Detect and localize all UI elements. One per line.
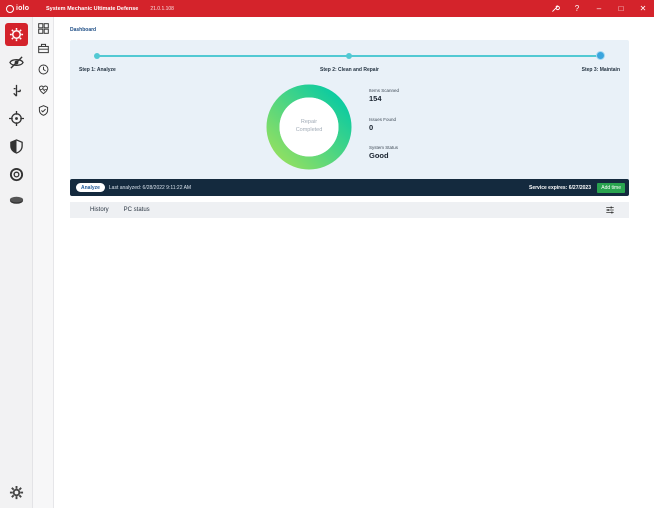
repair-progress-ring: Repair Completed xyxy=(266,84,352,170)
status-bar: Analyze Last analyzed: 6/28/2022 9:11:22… xyxy=(70,179,629,196)
iolo-logo: iolo xyxy=(6,4,36,13)
filter-sliders-icon[interactable] xyxy=(605,205,615,215)
heart-pulse-icon xyxy=(39,85,48,95)
rail-item-privacy[interactable] xyxy=(5,51,28,74)
title-bar: iolo System Mechanic Ultimate Defense 21… xyxy=(0,0,654,17)
rail-item-settings[interactable] xyxy=(5,481,28,504)
maximize-button[interactable]: □ xyxy=(610,0,632,17)
issues-found-value: 0 xyxy=(369,123,374,132)
step1-label: Step 1: Analyze xyxy=(79,67,116,73)
usb-icon xyxy=(13,84,21,97)
stat-issues-found: Issues Found 0 xyxy=(369,117,396,132)
rail-item-support[interactable] xyxy=(5,163,28,186)
subrail-item-history[interactable] xyxy=(37,63,50,76)
logo-ring-icon xyxy=(6,4,14,13)
clock-icon xyxy=(38,64,49,75)
bottom-tabs: History PC status xyxy=(70,202,629,218)
main-content: Dashboard Step 1: Analyze Step 2: Clean … xyxy=(55,17,654,508)
rail-item-dashboard[interactable] xyxy=(5,23,28,46)
logo-text: iolo xyxy=(16,5,30,12)
subrail-item-toolbox[interactable] xyxy=(37,42,50,55)
help-button[interactable]: ? xyxy=(566,0,588,17)
last-analyzed-text: Last analyzed: 6/28/2022 9:11:22 AM xyxy=(108,184,192,191)
step3-dot xyxy=(596,51,605,60)
add-time-button[interactable]: Add time xyxy=(597,182,625,193)
toolbox-icon xyxy=(38,43,49,54)
breadcrumb[interactable]: Dashboard xyxy=(70,27,96,33)
rail-item-shield[interactable] xyxy=(5,135,28,158)
repair-status-text: Repair Completed xyxy=(266,84,352,170)
left-rail xyxy=(0,17,33,508)
issues-found-label: Issues Found xyxy=(369,117,397,122)
system-status-label: System Status xyxy=(369,145,399,150)
grid-icon xyxy=(38,23,49,34)
stat-items-scanned: Items Scanned 154 xyxy=(369,88,399,103)
step3-label: Step 3: Maintain xyxy=(581,67,620,73)
step1-dot xyxy=(94,53,100,59)
subrail-item-protection[interactable] xyxy=(37,104,50,117)
items-scanned-value: 154 xyxy=(369,94,382,103)
lifebuoy-icon xyxy=(9,167,24,182)
app-version: 21.0.1.108 xyxy=(150,5,174,12)
crosshair-icon xyxy=(9,111,24,126)
app-title: System Mechanic Ultimate Defense xyxy=(46,5,139,12)
tab-pc-status[interactable]: PC status xyxy=(124,207,150,213)
items-scanned-label: Items Scanned xyxy=(369,88,400,93)
analyze-button[interactable]: Analyze xyxy=(76,183,105,192)
rail-item-usb[interactable] xyxy=(5,79,28,102)
system-status-value: Good xyxy=(369,151,389,160)
service-expires-text: Service expires: 6/27/2023 xyxy=(529,184,591,191)
step2-dot xyxy=(346,53,352,59)
window-controls: ? – □ ✕ xyxy=(544,0,654,17)
sub-rail xyxy=(33,17,54,508)
check-shield-icon xyxy=(38,105,49,116)
stat-system-status: System Status Good xyxy=(369,145,398,160)
repair-status-line2: Completed xyxy=(295,127,323,133)
minimize-button[interactable]: – xyxy=(588,0,610,17)
subrail-item-health[interactable] xyxy=(37,83,50,96)
subrail-item-overview[interactable] xyxy=(37,22,50,35)
shield-icon xyxy=(10,139,23,154)
repair-status-line1: Repair xyxy=(300,119,318,126)
eraser-icon xyxy=(9,196,24,204)
close-button[interactable]: ✕ xyxy=(632,0,654,17)
dashboard-gear-icon xyxy=(9,27,24,42)
wrench-icon[interactable] xyxy=(544,0,566,17)
dashboard-panel: Step 1: Analyze Step 2: Clean and Repair… xyxy=(70,40,629,194)
tab-history[interactable]: History xyxy=(90,207,109,213)
rail-item-target[interactable] xyxy=(5,107,28,130)
eye-off-icon xyxy=(9,56,24,69)
rail-item-eraser[interactable] xyxy=(5,189,28,212)
gear-icon xyxy=(9,485,24,500)
step2-label: Step 2: Clean and Repair xyxy=(320,67,379,73)
